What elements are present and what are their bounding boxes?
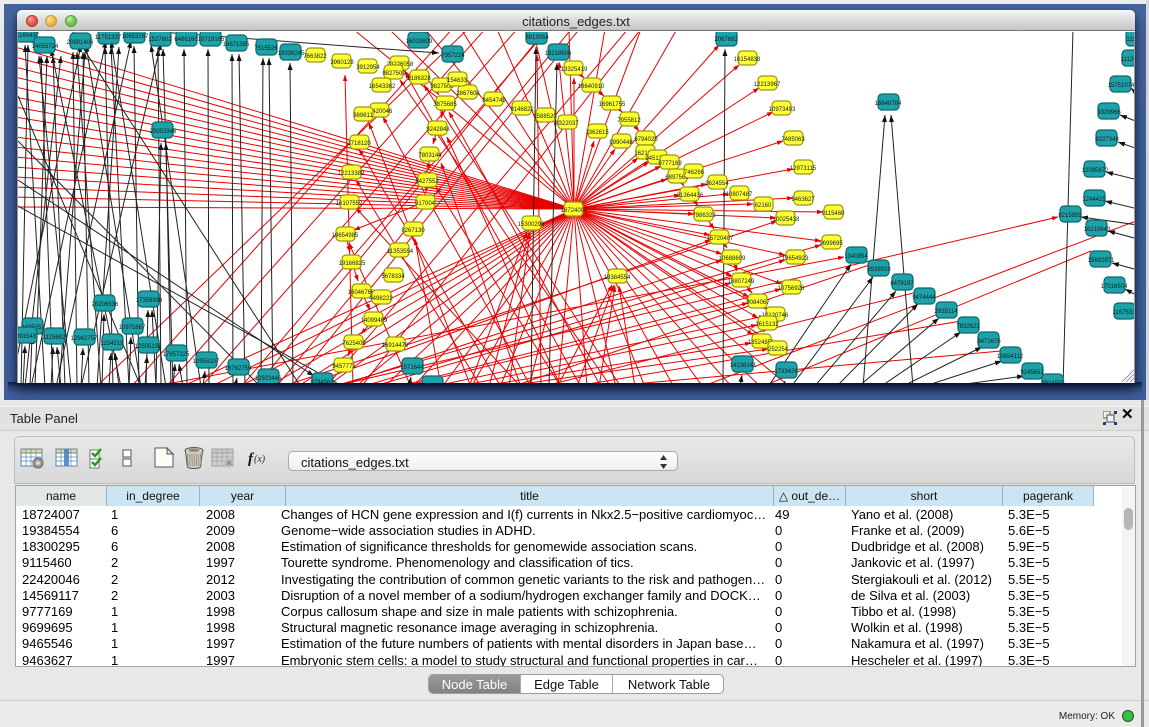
svg-text:19654985: 19654985 <box>332 233 359 239</box>
svg-text:12095872: 12095872 <box>1082 168 1109 174</box>
svg-text:7485063: 7485063 <box>781 137 805 143</box>
svg-text:10973493: 10973493 <box>769 107 796 113</box>
svg-text:1362615: 1362615 <box>585 130 609 136</box>
svg-text:252254: 252254 <box>768 347 789 353</box>
svg-text:16210643: 16210643 <box>1084 227 1111 233</box>
svg-text:9146821: 9146821 <box>510 107 534 113</box>
svg-text:15692871: 15692871 <box>1088 258 1115 264</box>
svg-text:13325419: 13325419 <box>561 67 588 73</box>
svg-text:16154838: 16154838 <box>734 57 761 63</box>
svg-text:1112043: 1112043 <box>1121 57 1135 63</box>
svg-text:21364436: 21364436 <box>677 193 704 199</box>
svg-text:9329966: 9329966 <box>1097 110 1121 116</box>
svg-text:1244415: 1244415 <box>1082 197 1106 203</box>
svg-text:8186328: 8186328 <box>407 76 431 82</box>
svg-text:15300293: 15300293 <box>518 222 545 228</box>
svg-text:1588520: 1588520 <box>533 114 557 120</box>
svg-text:14099489: 14099489 <box>361 318 388 324</box>
svg-text:3875685: 3875685 <box>433 102 457 108</box>
svg-text:9474444: 9474444 <box>912 295 936 301</box>
svg-text:1733426: 1733426 <box>774 369 798 375</box>
svg-text:7803144: 7803144 <box>418 153 442 159</box>
svg-text:6479197: 6479197 <box>890 281 914 287</box>
svg-text:3960128: 3960128 <box>330 60 354 66</box>
svg-text:15720407: 15720407 <box>707 236 734 242</box>
svg-text:8990448: 8990448 <box>609 140 633 146</box>
svg-text:8938923: 8938923 <box>867 267 891 273</box>
svg-text:7625402: 7625402 <box>342 341 366 347</box>
svg-text:10688609: 10688609 <box>719 256 746 262</box>
svg-text:8794563: 8794563 <box>310 380 334 383</box>
svg-text:62160: 62160 <box>755 203 772 209</box>
svg-text:19218506: 19218506 <box>545 51 572 57</box>
svg-text:16961755: 16961755 <box>599 102 626 108</box>
svg-text:1167533: 1167533 <box>1113 310 1135 316</box>
svg-text:7986322: 7986322 <box>692 213 716 219</box>
svg-text:15751074: 15751074 <box>1108 83 1135 89</box>
svg-text:917004: 917004 <box>415 201 436 207</box>
svg-text:18724007: 18724007 <box>561 208 588 214</box>
svg-text:16648784: 16648784 <box>875 101 902 107</box>
svg-text:9463627: 9463627 <box>791 197 815 203</box>
svg-text:9245652: 9245652 <box>1020 370 1044 376</box>
svg-text:9457771: 9457771 <box>332 364 356 370</box>
svg-text:19654923: 19654923 <box>782 256 809 262</box>
svg-text:7663822: 7663822 <box>303 54 327 60</box>
svg-text:7955812: 7955812 <box>617 118 641 124</box>
svg-text:16914479: 16914479 <box>382 343 409 349</box>
svg-text:9924502: 9924502 <box>1041 381 1065 383</box>
svg-text:9084067: 9084067 <box>746 300 770 306</box>
svg-text:12973115: 12973115 <box>790 166 817 172</box>
svg-text:12213389: 12213389 <box>338 171 365 177</box>
svg-text:2867608: 2867608 <box>456 91 480 97</box>
svg-text:19384554: 19384554 <box>604 275 631 281</box>
svg-text:7357224: 7357224 <box>441 53 465 59</box>
svg-text:18807249: 18807249 <box>728 279 755 285</box>
svg-text:4498222: 4498222 <box>369 296 393 302</box>
svg-text:3912954: 3912954 <box>356 65 380 71</box>
svg-text:10807487: 10807487 <box>726 192 753 198</box>
svg-text:2087682: 2087682 <box>714 37 738 43</box>
svg-text:1615132: 1615132 <box>755 322 779 328</box>
svg-text:19036245: 19036245 <box>278 51 305 57</box>
svg-text:9699695: 9699695 <box>819 241 843 247</box>
svg-text:111204: 111204 <box>1126 37 1135 43</box>
svg-text:19166825: 19166825 <box>339 261 366 267</box>
svg-text:9115460: 9115460 <box>822 211 846 217</box>
svg-text:10756928: 10756928 <box>778 286 805 292</box>
svg-text:14136141: 14136141 <box>730 363 757 369</box>
svg-text:5678334: 5678334 <box>381 274 405 280</box>
svg-text:1340954: 1340954 <box>844 254 868 260</box>
svg-text:6794028: 6794028 <box>634 137 658 143</box>
svg-text:10025438: 10025438 <box>773 217 800 223</box>
svg-text:8215955: 8215955 <box>1058 213 1082 219</box>
svg-text:2935114: 2935114 <box>935 309 959 315</box>
svg-text:17016504: 17016504 <box>1101 284 1128 290</box>
svg-text:9242848: 9242848 <box>426 127 450 133</box>
svg-text:10654112: 10654112 <box>997 354 1024 360</box>
svg-text:11353594: 11353594 <box>387 249 414 255</box>
svg-text:1571644: 1571644 <box>400 365 424 371</box>
svg-text:(x): (x) <box>254 454 266 465</box>
svg-text:154633: 154633 <box>447 78 468 84</box>
svg-text:8813054: 8813054 <box>525 35 549 41</box>
svg-text:3624554: 3624554 <box>705 181 729 187</box>
svg-text:9827509: 9827509 <box>382 71 406 77</box>
svg-text:16543362: 16543362 <box>369 84 396 90</box>
svg-text:8322037: 8322037 <box>555 121 579 127</box>
svg-text:9227349: 9227349 <box>1095 137 1119 143</box>
svg-text:16107552: 16107552 <box>336 201 363 207</box>
svg-text:8454749: 8454749 <box>482 98 506 104</box>
svg-text:9777169: 9777169 <box>658 161 682 167</box>
svg-text:8267130: 8267130 <box>401 228 425 234</box>
svg-text:989611: 989611 <box>353 113 373 119</box>
svg-text:8471676: 8471676 <box>977 339 1001 345</box>
svg-text:7832621: 7832621 <box>956 324 980 330</box>
svg-text:2718120: 2718120 <box>347 141 371 147</box>
svg-text:746266: 746266 <box>684 170 705 176</box>
svg-text:12213967: 12213967 <box>754 82 781 88</box>
svg-text:16033809: 16033809 <box>406 39 433 45</box>
svg-text:8427552: 8427552 <box>415 179 439 185</box>
svg-text:18640910: 18640910 <box>578 84 605 90</box>
